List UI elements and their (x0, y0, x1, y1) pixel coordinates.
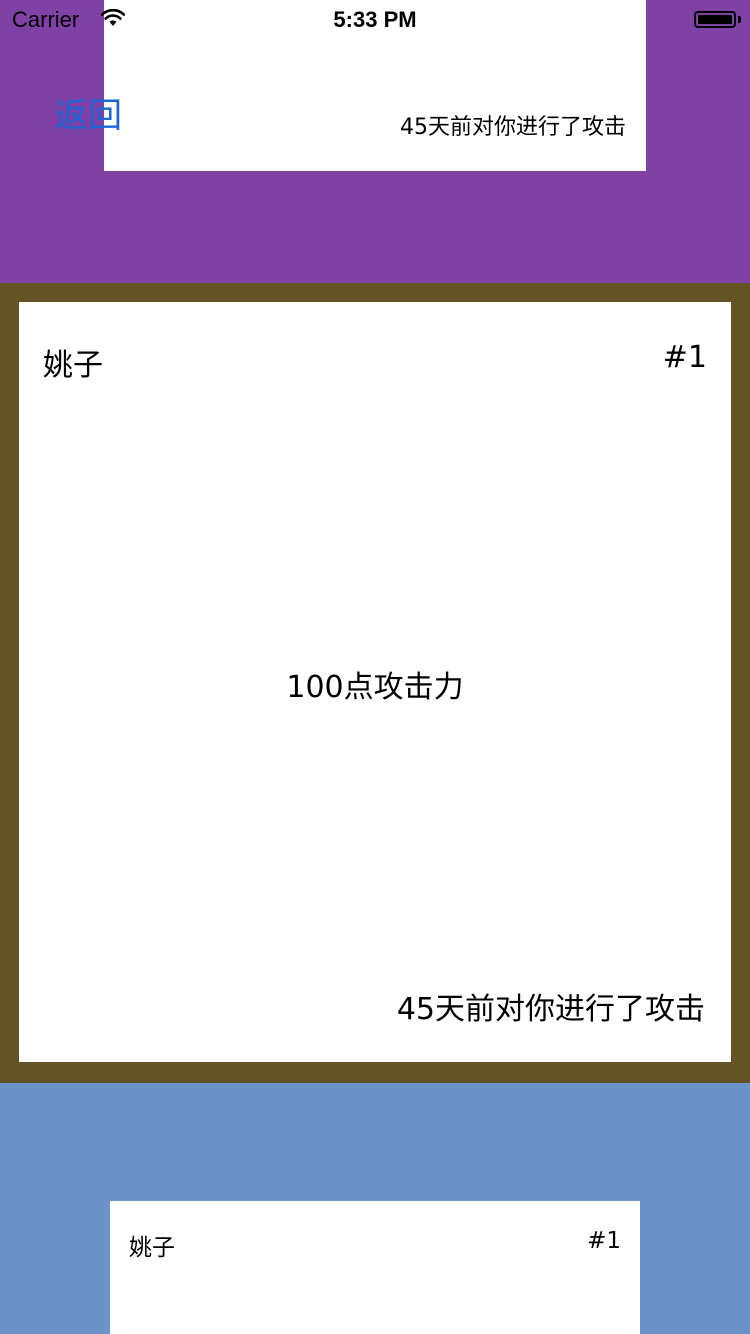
attacker-name: 姚子 (129, 1235, 175, 1261)
middle-card-band: 姚子 #1 100点攻击力 45天前对你进行了攻击 (0, 283, 750, 1083)
bottom-card-band: 姚子 #1 (0, 1083, 750, 1334)
attacker-rank: #1 (587, 1228, 621, 1254)
status-bar: Carrier 5:33 PM (0, 0, 750, 40)
card-footer-text: 45天前对你进行了攻击 (396, 992, 705, 1027)
back-button[interactable]: 返回 (54, 88, 122, 137)
attacker-rank: #1 (662, 340, 707, 375)
attack-power-text: 100点攻击力 (286, 670, 464, 705)
battery-icon (694, 11, 736, 28)
next-attack-card[interactable]: 姚子 #1 (110, 1201, 640, 1334)
battery-tip (738, 16, 741, 23)
attacker-name: 姚子 (43, 348, 103, 383)
top-card-band: 45天前对你进行了攻击 (0, 0, 750, 283)
card-footer-text: 45天前对你进行了攻击 (400, 115, 626, 140)
current-attack-card[interactable]: 姚子 #1 100点攻击力 45天前对你进行了攻击 (19, 302, 731, 1062)
clock: 5:33 PM (333, 7, 417, 32)
